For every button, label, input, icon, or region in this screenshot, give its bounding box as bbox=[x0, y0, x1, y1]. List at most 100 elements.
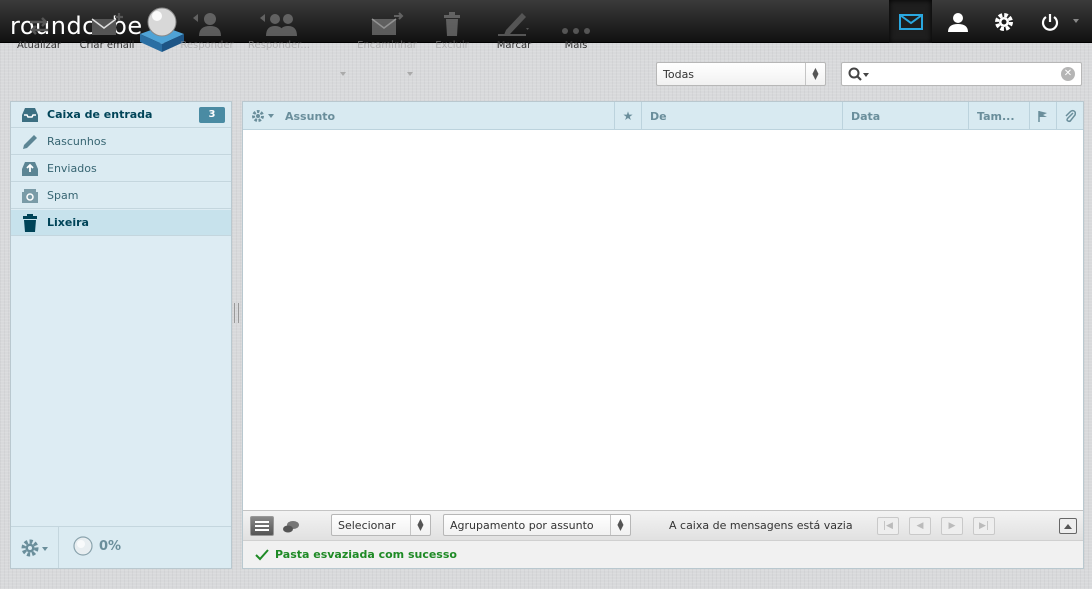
trash-icon bbox=[444, 12, 460, 36]
reply-all-label: Responder... bbox=[248, 40, 310, 51]
next-page-button[interactable]: ▶ bbox=[941, 517, 963, 535]
folder-drafts[interactable]: Rascunhos bbox=[11, 129, 231, 155]
reply-all-dropdown-icon[interactable] bbox=[340, 72, 346, 76]
forward-dropdown-icon[interactable] bbox=[407, 72, 413, 76]
compose-button[interactable]: Criar email bbox=[74, 6, 140, 54]
threads-view-button[interactable] bbox=[281, 518, 301, 536]
contacts-nav-button[interactable] bbox=[936, 0, 979, 43]
column-attachment[interactable] bbox=[1057, 102, 1083, 130]
forward-icon bbox=[371, 12, 404, 35]
folder-label: Rascunhos bbox=[47, 135, 107, 148]
folder-label: Lixeira bbox=[47, 216, 89, 229]
status-bar: Pasta esvaziada com sucesso bbox=[243, 540, 1083, 568]
refresh-button[interactable]: Atualizar bbox=[12, 6, 66, 54]
compose-icon bbox=[91, 13, 123, 35]
filter-select[interactable]: Todas ▲ ▼ bbox=[656, 62, 826, 86]
threads-bubble-icon bbox=[283, 521, 299, 533]
clear-search-icon[interactable]: ✕ bbox=[1061, 67, 1075, 81]
expand-up-icon bbox=[1064, 524, 1072, 529]
folder-trash[interactable]: Lixeira bbox=[11, 210, 231, 236]
column-flag[interactable] bbox=[1030, 102, 1057, 130]
delete-label: Excluir bbox=[435, 40, 469, 51]
quota-pie-icon bbox=[73, 536, 93, 556]
reply-all-icon bbox=[260, 14, 297, 36]
refresh-label: Atualizar bbox=[16, 40, 62, 51]
folder-panel: Caixa de entrada 3 Rascunhos Enviados Sp… bbox=[10, 101, 232, 569]
threads-dropdown[interactable]: Agrupamento por assunto ▲ ▼ bbox=[443, 514, 631, 536]
delete-button[interactable]: Excluir bbox=[430, 6, 474, 54]
search-input[interactable] bbox=[874, 65, 1054, 83]
toggle-preview-button[interactable] bbox=[1059, 518, 1077, 534]
person-icon bbox=[947, 12, 968, 32]
reply-label: Responder bbox=[180, 40, 234, 51]
checkmark-icon bbox=[255, 548, 269, 560]
first-page-button[interactable]: |◀ bbox=[877, 517, 899, 535]
spam-icon bbox=[22, 189, 38, 203]
column-date[interactable]: Data bbox=[843, 102, 969, 130]
column-subject-label: Assunto bbox=[285, 109, 336, 123]
trash-icon bbox=[23, 214, 37, 232]
reply-person-icon bbox=[193, 13, 221, 36]
column-size[interactable]: Tam... bbox=[969, 102, 1030, 130]
folder-label: Spam bbox=[47, 189, 79, 202]
reply-button[interactable]: Responder bbox=[176, 6, 238, 54]
sent-icon bbox=[22, 162, 38, 176]
select-label: Selecionar bbox=[338, 518, 396, 532]
search-icon[interactable] bbox=[848, 67, 870, 81]
first-page-icon: |◀ bbox=[883, 521, 893, 531]
mail-nav-button[interactable] bbox=[889, 0, 932, 43]
pencil-icon bbox=[23, 135, 37, 149]
forward-label: Encaminhar bbox=[357, 40, 417, 51]
folder-spam[interactable]: Spam bbox=[11, 183, 231, 209]
list-view-button[interactable] bbox=[250, 516, 274, 536]
settings-nav-button[interactable] bbox=[982, 0, 1025, 43]
select-dropdown[interactable]: Selecionar ▲ ▼ bbox=[331, 514, 431, 536]
column-from[interactable]: De bbox=[642, 102, 843, 130]
reply-all-button[interactable]: Responder... bbox=[246, 6, 312, 54]
panel-splitter[interactable] bbox=[234, 303, 239, 323]
unread-count-badge: 3 bbox=[199, 107, 225, 123]
folder-inbox[interactable]: Caixa de entrada 3 bbox=[11, 102, 231, 128]
list-lines-icon bbox=[255, 521, 269, 531]
paperclip-icon bbox=[1065, 109, 1076, 123]
power-icon bbox=[1041, 13, 1058, 31]
last-page-icon: ▶| bbox=[979, 521, 989, 531]
mark-pen-icon bbox=[498, 13, 529, 36]
select-arrows-icon: ▲ ▼ bbox=[410, 515, 430, 535]
search-box[interactable]: ✕ bbox=[841, 62, 1082, 86]
column-subject[interactable]: Assunto bbox=[243, 102, 615, 130]
folder-sent[interactable]: Enviados bbox=[11, 156, 231, 182]
next-page-icon: ▶ bbox=[948, 521, 956, 531]
quota-display: 0% bbox=[73, 536, 121, 556]
message-list-panel: Assunto ★ De Data Tam... Selecionar ▲ ▼ … bbox=[242, 101, 1084, 569]
more-dots-icon bbox=[562, 28, 590, 34]
more-button[interactable]: Mais bbox=[556, 6, 596, 54]
more-label: Mais bbox=[564, 40, 588, 51]
folder-label: Enviados bbox=[47, 162, 97, 175]
last-page-button[interactable]: ▶| bbox=[973, 517, 995, 535]
threads-label: Agrupamento por assunto bbox=[450, 518, 594, 532]
folder-label: Caixa de entrada bbox=[47, 108, 153, 121]
previous-page-button[interactable]: ◀ bbox=[909, 517, 931, 535]
more-menu-arrow-icon[interactable] bbox=[1073, 19, 1079, 23]
quota-text: 0% bbox=[99, 538, 122, 554]
select-arrows-icon: ▲ ▼ bbox=[805, 63, 825, 85]
message-list-header: Assunto ★ De Data Tam... bbox=[243, 102, 1083, 130]
envelope-icon bbox=[898, 13, 923, 30]
refresh-icon bbox=[30, 17, 48, 35]
folder-panel-footer: 0% bbox=[11, 526, 231, 568]
filter-value: Todas bbox=[663, 67, 695, 81]
mark-button[interactable]: Marcar bbox=[490, 6, 538, 54]
message-count-text: A caixa de mensagens está vazia bbox=[669, 519, 853, 532]
gear-icon bbox=[21, 539, 48, 556]
message-list-footer: Selecionar ▲ ▼ Agrupamento por assunto ▲ ▼… bbox=[243, 510, 1083, 540]
folder-actions-button[interactable] bbox=[11, 527, 59, 568]
list-options-gear-icon[interactable] bbox=[251, 109, 277, 123]
forward-button[interactable]: Encaminhar bbox=[352, 6, 422, 54]
top-bar: roundcube bbox=[0, 0, 1092, 52]
column-flagged[interactable]: ★ bbox=[615, 102, 642, 130]
inbox-icon bbox=[22, 108, 38, 122]
logout-nav-button[interactable] bbox=[1028, 0, 1071, 43]
column-size-label: Tam... bbox=[977, 109, 1015, 123]
message-list-body bbox=[243, 130, 1083, 510]
